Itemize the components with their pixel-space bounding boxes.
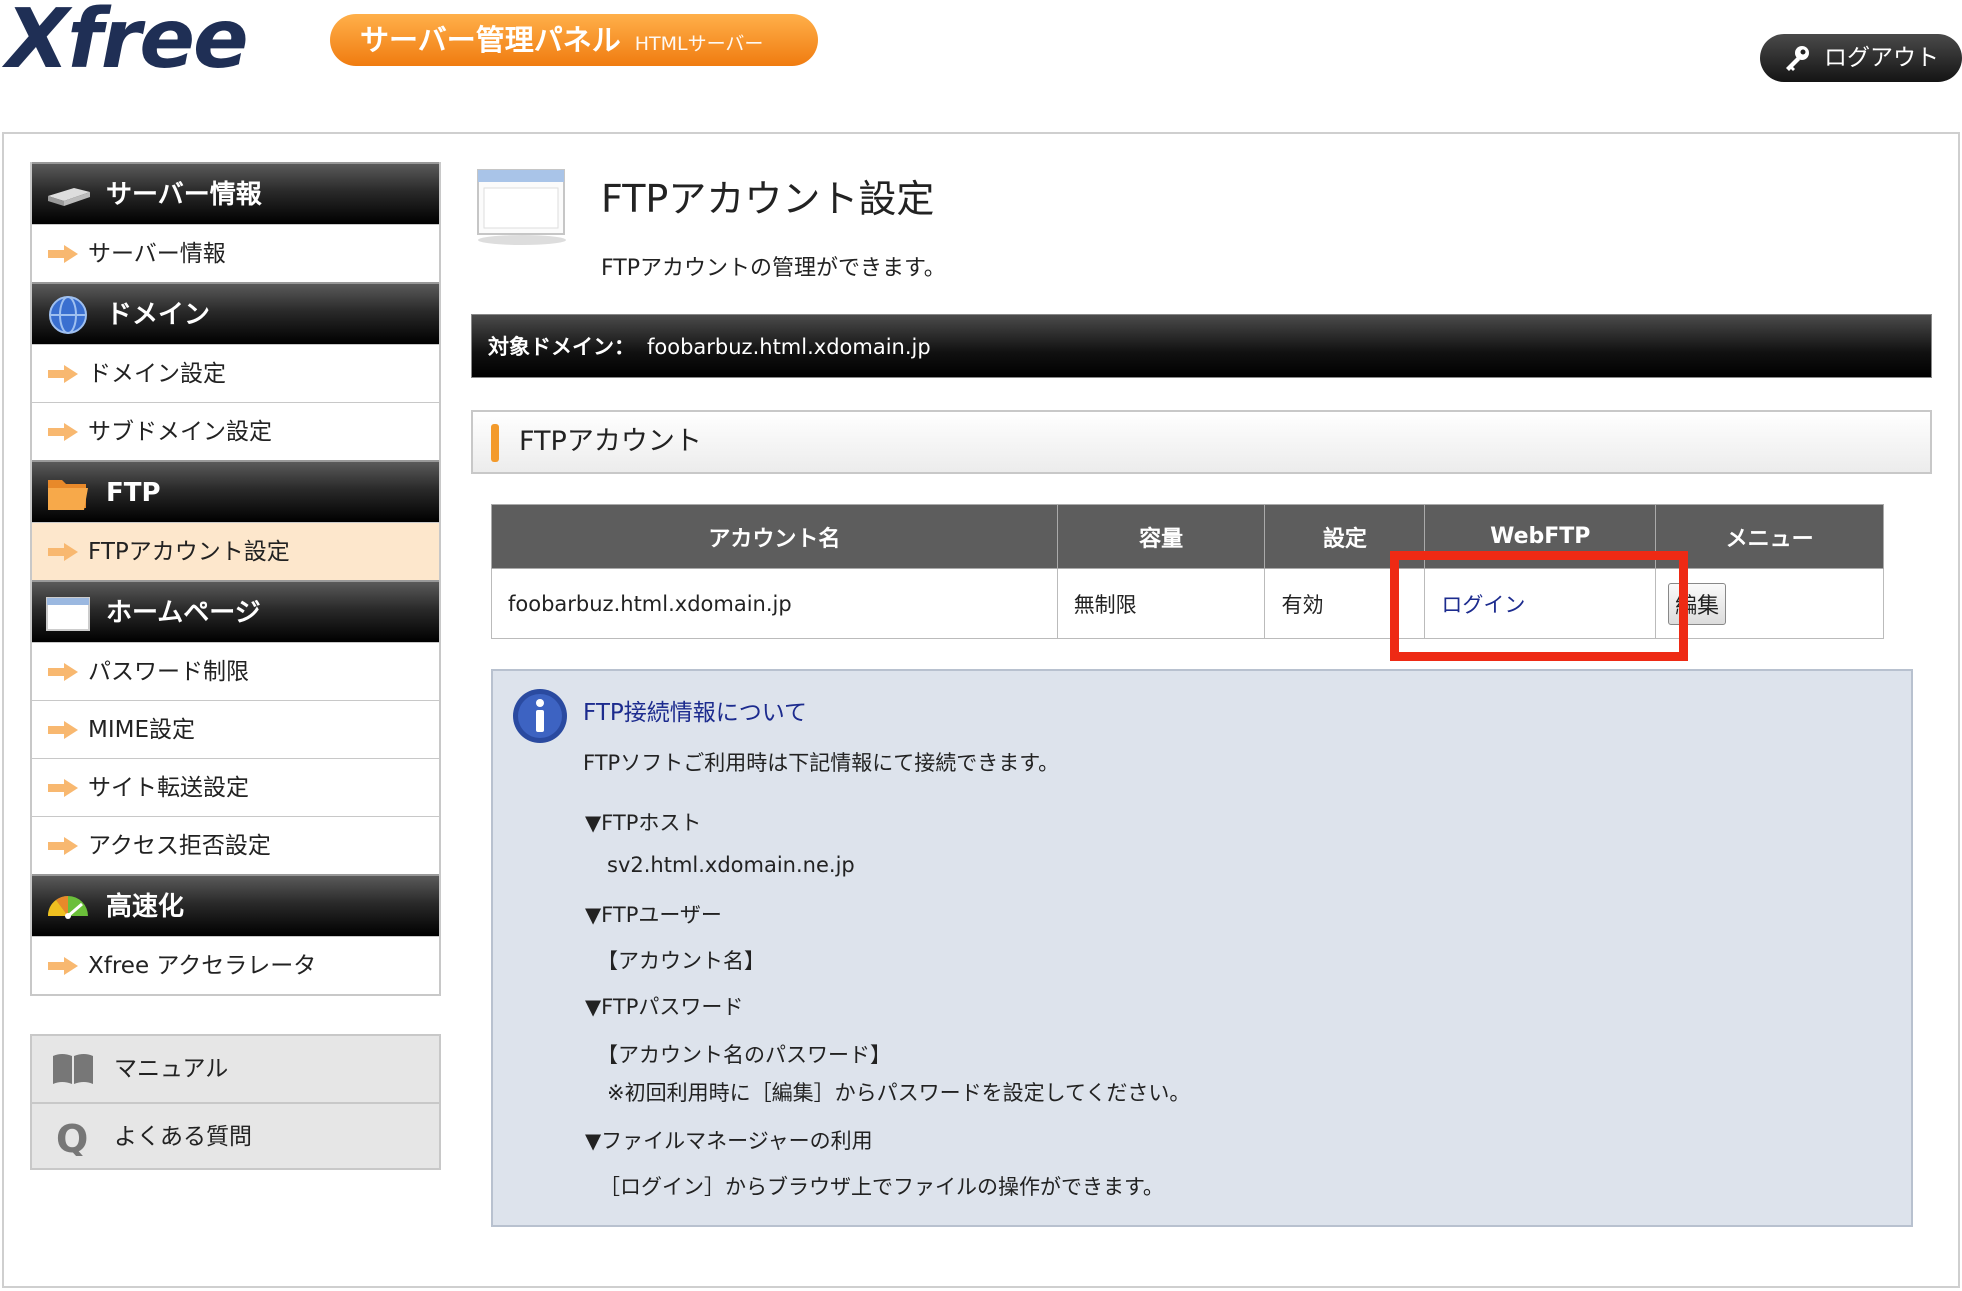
panel-title: サーバー管理パネル (360, 23, 621, 57)
sidebar-item-label: アクセス拒否設定 (88, 833, 271, 859)
arrow-right-icon (48, 423, 78, 441)
arrow-right-icon (48, 779, 78, 797)
sidebar-item-ftp-account-settings[interactable]: FTPアカウント設定 (32, 522, 439, 580)
key-icon (1786, 46, 1809, 71)
section-title-label: FTPアカウント (519, 426, 702, 457)
arrow-right-icon (48, 837, 78, 855)
page-description: FTPアカウントの管理ができます。 (601, 256, 946, 281)
help-links: マニュアル Q よくある質問 (30, 1034, 441, 1170)
sidebar-item-access-deny[interactable]: アクセス拒否設定 (32, 816, 439, 874)
sidebar-item-label: FTPアカウント設定 (88, 539, 290, 565)
file-manager-label: ▼ファイルマネージャーの利用 (585, 1129, 873, 1153)
sidebar: サーバー情報 サーバー情報 ドメイン ドメイン設定 サブドメイン設定 FTP F… (30, 162, 441, 996)
column-header: アカウント名 (491, 504, 1058, 569)
window-icon (477, 169, 566, 245)
sidebar-item-site-redirect[interactable]: サイト転送設定 (32, 758, 439, 816)
sidebar-item-label: サイト転送設定 (88, 775, 249, 801)
speedometer-icon (48, 896, 88, 919)
manual-link[interactable]: マニュアル (32, 1036, 439, 1102)
info-intro: FTPソフトご利用時は下記情報にて接続できます。 (583, 751, 1060, 775)
page-title: FTPアカウント設定 (601, 177, 935, 221)
sidebar-item-password-restriction[interactable]: パスワード制限 (32, 642, 439, 700)
sidebar-section-homepage: ホームページ (32, 580, 439, 642)
capacity-cell: 無制限 (1056, 568, 1266, 639)
arrow-right-icon (48, 245, 78, 263)
sidebar-section-server: サーバー情報 (32, 162, 439, 224)
window-icon (46, 597, 90, 631)
arrow-right-icon (48, 365, 78, 383)
logout-label: ログアウト (1824, 45, 1939, 71)
highlight-box (1390, 551, 1688, 661)
section-title: FTPアカウント (471, 410, 1932, 474)
logout-button[interactable]: ログアウト (1760, 34, 1962, 82)
column-header: 容量 (1056, 504, 1266, 569)
globe-icon (49, 296, 87, 334)
sidebar-item-label: ドメイン設定 (88, 361, 226, 387)
sidebar-item-label: MIME設定 (88, 717, 196, 743)
sidebar-item-label: サブドメイン設定 (88, 419, 272, 445)
ftp-password-note: ※初回利用時に［編集］からパスワードを設定してください。 (607, 1081, 1191, 1105)
sidebar-item-label: Xfree アクセラレータ (88, 953, 317, 979)
panel-subtitle: HTMLサーバー (634, 33, 764, 55)
menu-cell: 編集 (1655, 568, 1884, 639)
server-icon (48, 188, 90, 206)
sidebar-section-label: 高速化 (106, 892, 185, 922)
sidebar-section-domain: ドメイン (32, 282, 439, 344)
info-icon (513, 689, 567, 743)
sidebar-section-label: FTP (106, 478, 161, 508)
arrow-right-icon (48, 543, 78, 561)
panel-badge: サーバー管理パネル HTMLサーバー (330, 14, 818, 66)
folder-icon (48, 480, 88, 510)
sidebar-item-label: サーバー情報 (88, 241, 226, 267)
manual-label: マニュアル (114, 1056, 229, 1082)
sidebar-section-label: ドメイン (106, 300, 211, 330)
faq-label: よくある質問 (114, 1124, 252, 1150)
sidebar-section-label: サーバー情報 (106, 180, 262, 210)
sidebar-section-speedup: 高速化 (32, 874, 439, 936)
sidebar-item-label: パスワード制限 (88, 659, 249, 685)
ftp-host-value: sv2.html.xdomain.ne.jp (607, 853, 855, 877)
sidebar-section-ftp: FTP (32, 460, 439, 522)
ftp-user-label: ▼FTPユーザー (585, 903, 722, 927)
section-accent-bar (491, 424, 499, 462)
sidebar-item-xfree-accelerator[interactable]: Xfree アクセラレータ (32, 936, 439, 994)
info-title: FTP接続情報について (583, 700, 808, 726)
account-name-cell: foobarbuz.html.xdomain.jp (491, 568, 1058, 639)
xfree-logo[interactable]: Xfree (6, 0, 249, 81)
faq-q-icon: Q (56, 1118, 88, 1156)
sidebar-item-mime-settings[interactable]: MIME設定 (32, 700, 439, 758)
arrow-right-icon (48, 663, 78, 681)
ftp-user-value: 【アカウント名】 (597, 949, 765, 973)
sidebar-item-subdomain-settings[interactable]: サブドメイン設定 (32, 402, 439, 460)
target-domain-label: 対象ドメイン： (488, 335, 635, 359)
sidebar-item-server-info[interactable]: サーバー情報 (32, 224, 439, 282)
target-domain-value: foobarbuz.html.xdomain.jp (647, 335, 931, 359)
book-icon (53, 1054, 93, 1084)
target-domain-bar: 対象ドメイン： foobarbuz.html.xdomain.jp (471, 314, 1932, 378)
ftp-password-label: ▼FTPパスワード (585, 995, 744, 1019)
arrow-right-icon (48, 721, 78, 739)
sidebar-item-domain-settings[interactable]: ドメイン設定 (32, 344, 439, 402)
faq-link[interactable]: Q よくある質問 (32, 1102, 439, 1168)
sidebar-section-label: ホームページ (106, 598, 261, 628)
ftp-info-box: FTP接続情報について FTPソフトご利用時は下記情報にて接続できます。 ▼FT… (491, 669, 1913, 1227)
column-header: メニュー (1655, 504, 1884, 569)
arrow-right-icon (48, 957, 78, 975)
svg-text:Q: Q (56, 1118, 88, 1156)
ftp-password-value: 【アカウント名のパスワード】 (597, 1043, 891, 1067)
file-manager-value: ［ログイン］からブラウザ上でファイルの操作ができます。 (599, 1175, 1164, 1199)
ftp-host-label: ▼FTPホスト (585, 811, 702, 835)
